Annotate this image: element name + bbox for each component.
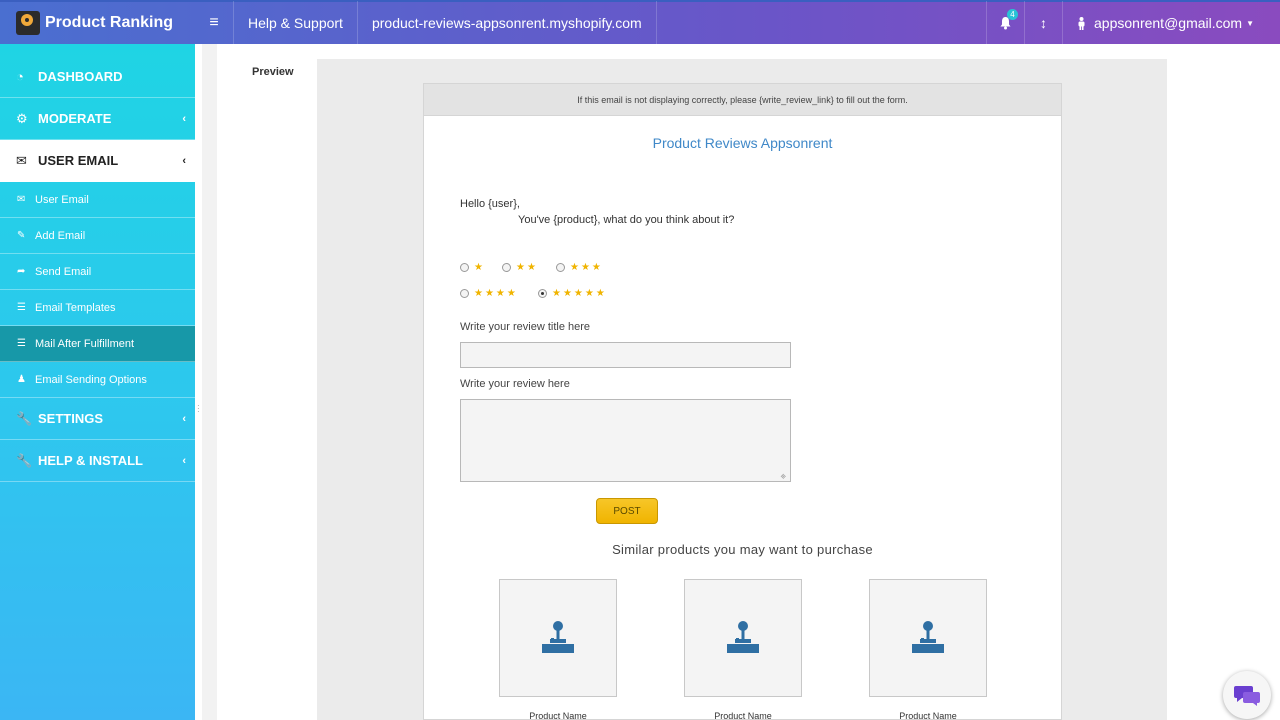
rating-option-4[interactable]: ★★★★ [460, 288, 518, 299]
joystick-icon [912, 621, 944, 653]
chevron-left-icon: ‹ [182, 112, 186, 125]
review-title-label: Write your review title here [460, 321, 591, 333]
help-support-link[interactable]: Help & Support [233, 1, 357, 45]
user-menu[interactable]: appsonrent@gmail.com ▼ [1062, 1, 1280, 45]
menu-toggle-icon[interactable]: ≡ [195, 1, 233, 45]
review-title-input[interactable] [460, 342, 791, 368]
user-icon [1078, 16, 1085, 30]
top-navbar: Product Ranking ≡ Help & Support product… [0, 0, 1280, 45]
wrench-icon: 🔧 [16, 410, 33, 426]
email-prompt: You've {product}, what do you think abou… [518, 214, 735, 226]
joystick-icon [727, 621, 759, 653]
sidebar-item-label: HELP & INSTALL [38, 453, 143, 468]
radio-button[interactable] [460, 289, 469, 298]
joystick-icon [542, 621, 574, 653]
user-email: appsonrent@gmail.com [1094, 15, 1243, 31]
sidebar-item-moderate[interactable]: ⚙ MODERATE ‹ [0, 98, 195, 140]
sidebar-subitem-label: Add Email [35, 229, 86, 242]
rating-option-5[interactable]: ★★★★★ [538, 288, 607, 299]
similar-products-heading: Similar products you may want to purchas… [612, 542, 873, 557]
sidebar-subitem-email-templates[interactable]: ☰ Email Templates [0, 290, 195, 326]
email-greeting: Hello {user}, [460, 198, 520, 210]
sidebar-subitem-mail-after-fulfillment[interactable]: ☰ Mail After Fulfillment [0, 326, 195, 362]
chevron-left-icon: ‹ [182, 154, 186, 167]
app-logo-icon [16, 11, 40, 35]
sidebar-subitem-add-email[interactable]: ✎ Add Email [0, 218, 195, 254]
chevron-down-icon: ▼ [1246, 18, 1254, 28]
store-url-link[interactable]: product-reviews-appsonrent.myshopify.com [356, 1, 657, 45]
envelope-icon: ✉ [16, 152, 27, 168]
share-icon: ➦ [17, 266, 26, 277]
rating-option-2[interactable]: ★★ [502, 262, 538, 273]
star-icon: ★★★ [570, 262, 603, 273]
sidebar-resize-handle[interactable]: · · · [197, 402, 200, 416]
product-card[interactable] [499, 579, 617, 697]
sidebar-subitem-send-email[interactable]: ➦ Send Email [0, 254, 195, 290]
sidebar-subitem-label: Mail After Fulfillment [35, 337, 135, 350]
radio-button-checked[interactable] [538, 289, 547, 298]
sidebar-subitem-email-sending-options[interactable]: ♟ Email Sending Options [0, 362, 195, 398]
vertical-arrows-icon: ↕ [1040, 15, 1048, 31]
star-icon: ★★ [516, 262, 538, 273]
app-title: Product Ranking [45, 14, 174, 31]
product-card[interactable] [869, 579, 987, 697]
product-card[interactable] [684, 579, 802, 697]
list-icon: ☰ [17, 338, 26, 349]
sidebar-item-label: USER EMAIL [38, 153, 119, 168]
content-panel: Preview If this email is not displaying … [217, 44, 1280, 720]
chat-icon [1234, 686, 1260, 706]
rating-option-3[interactable]: ★★★ [556, 262, 603, 273]
email-display-notice: If this email is not displaying correctl… [424, 84, 1061, 116]
sidebar-subitem-label: User Email [35, 193, 89, 206]
sidebar-subitem-label: Email Templates [35, 301, 116, 314]
user-icon: ♟ [17, 374, 26, 385]
sidebar-subitem-label: Send Email [35, 265, 92, 278]
sidebar: ◔ DASHBOARD ⚙ MODERATE ‹ ✉ USER EMAIL ‹ … [0, 44, 195, 720]
sidebar-subitem-user-email[interactable]: ✉ User Email [0, 182, 195, 218]
review-body-textarea[interactable] [460, 399, 791, 482]
sidebar-item-dashboard[interactable]: ◔ DASHBOARD [0, 44, 195, 98]
preview-label: Preview [252, 66, 294, 78]
sidebar-item-label: SETTINGS [38, 411, 104, 426]
review-body-label: Write your review here [460, 378, 570, 390]
product-name: Product Name [899, 711, 957, 720]
email-preview: If this email is not displaying correctl… [423, 83, 1062, 720]
notifications-button[interactable]: 4 [986, 1, 1024, 45]
wrench-icon: 🔧 [16, 452, 33, 468]
email-preview-container: If this email is not displaying correctl… [317, 59, 1167, 720]
star-icon: ★ [474, 262, 485, 273]
fullscreen-toggle[interactable]: ↕ [1024, 1, 1062, 45]
gears-icon: ⚙ [16, 110, 28, 126]
rating-option-1[interactable]: ★ [460, 262, 485, 273]
email-store-name: Product Reviews Appsonrent [652, 135, 833, 151]
sidebar-item-settings[interactable]: 🔧 SETTINGS ‹ [0, 398, 195, 440]
brand[interactable]: Product Ranking [0, 1, 195, 45]
sidebar-item-label: MODERATE [38, 111, 112, 126]
chevron-left-icon: ‹ [182, 454, 186, 467]
post-button[interactable]: POST [596, 498, 658, 524]
notification-count-badge: 4 [1007, 9, 1019, 20]
product-name: Product Name [714, 711, 772, 720]
sidebar-item-user-email[interactable]: ✉ USER EMAIL ‹ [0, 140, 195, 182]
sidebar-item-help-install[interactable]: 🔧 HELP & INSTALL ‹ [0, 440, 195, 482]
envelope-icon: ✉ [17, 194, 26, 205]
edit-icon: ✎ [17, 230, 26, 241]
list-icon: ☰ [17, 302, 26, 313]
dashboard-icon: ◔ [16, 69, 24, 84]
star-icon: ★★★★ [474, 288, 518, 299]
radio-button[interactable] [502, 263, 511, 272]
chevron-left-icon: ‹ [182, 412, 186, 425]
sidebar-subitem-label: Email Sending Options [35, 373, 147, 386]
radio-button[interactable] [556, 263, 565, 272]
chat-widget-button[interactable] [1223, 671, 1271, 719]
sidebar-item-label: DASHBOARD [38, 69, 123, 84]
radio-button[interactable] [460, 263, 469, 272]
main-content: Preview If this email is not displaying … [202, 44, 1280, 720]
product-name: Product Name [529, 711, 587, 720]
star-icon: ★★★★★ [552, 288, 607, 299]
